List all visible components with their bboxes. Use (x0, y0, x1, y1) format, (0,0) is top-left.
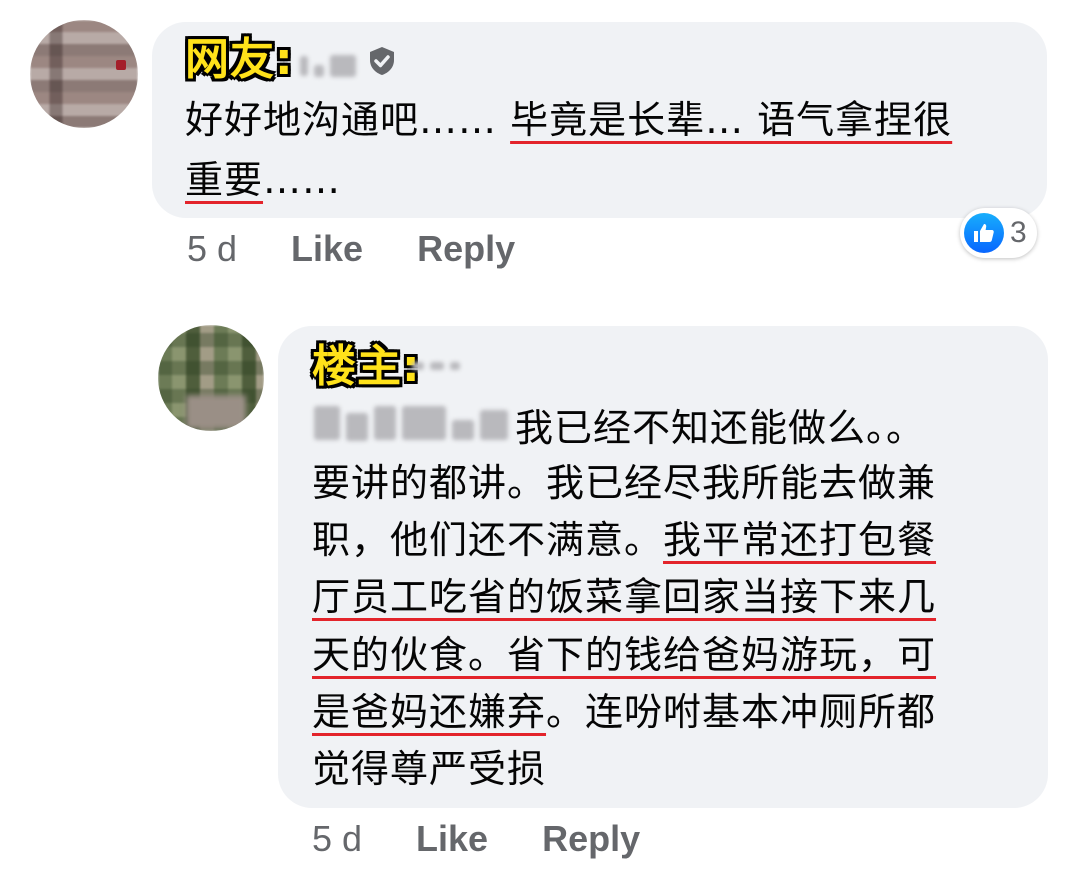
comment-text-line: 重要…… (185, 150, 341, 210)
comment-text-line: 要讲的都讲。我已经尽我所能去做兼 (312, 461, 937, 505)
commenter-avatar[interactable] (158, 325, 264, 431)
reply-button[interactable]: Reply (542, 818, 640, 860)
like-button[interactable]: Like (416, 818, 488, 860)
commenter-avatar[interactable] (30, 20, 138, 128)
mentioned-name-redacted[interactable] (314, 405, 508, 441)
comment-text-plain: …… (263, 158, 342, 202)
comment-text-line: 职，他们还不满意。我平常还打包餐 (312, 510, 1022, 570)
comment-text-underlined: 厅员工吃省的饭菜拿回家当接下来几 (312, 575, 937, 619)
comment-text-underlined: 天的伙食。省下的钱给爸妈游玩，可 (312, 633, 937, 677)
commenter-name-redacted[interactable] (412, 362, 460, 370)
comment-text-plain: 。连吩咐基本冲厕所都 (546, 690, 937, 734)
comment-timestamp[interactable]: 5 d (187, 228, 237, 270)
like-button[interactable]: Like (291, 228, 363, 270)
comment-actions: 5 d Like Reply (187, 228, 515, 270)
comment-text-underlined: 毕竟是长辈… 语气拿捏很 (510, 98, 953, 142)
comment-text-line: 是爸妈还嫌弃。连吩咐基本冲厕所都 (312, 682, 1022, 742)
comment-text-underlined: 是爸妈还嫌弃 (312, 690, 547, 734)
comment-thread: 网友: 好好地沟通吧…… 毕竟是长辈… 语气拿捏很 重要…… 5 d Like … (0, 0, 1080, 874)
reaction-count-pill[interactable]: 3 (960, 208, 1037, 258)
comment-text-line: 厅员工吃省的饭菜拿回家当接下来几 (312, 567, 1022, 627)
comment-text-underlined: 我平常还打包餐 (663, 518, 937, 562)
comment-text-line: 觉得尊严受损 (312, 747, 547, 791)
comment-text-underlined: 重要 (185, 158, 264, 202)
commenter-tag-label: 网友: (185, 34, 294, 85)
thumbs-up-icon (964, 213, 1004, 253)
comment-text-line: 我已经不知还能做么。。 (515, 406, 926, 450)
comment-text-line: 好好地沟通吧…… 毕竟是长辈… 语气拿捏很 (185, 90, 952, 150)
shield-check-icon (370, 47, 394, 75)
commenter-name-redacted[interactable] (300, 55, 356, 77)
comment-timestamp[interactable]: 5 d (312, 818, 362, 860)
reply-button[interactable]: Reply (417, 228, 515, 270)
comment-text-plain: 职，他们还不满意。 (312, 518, 664, 562)
reaction-count: 3 (1010, 216, 1027, 249)
commenter-tag-label: 楼主: (312, 341, 421, 392)
comment-text-plain: 好好地沟通吧…… (185, 98, 511, 142)
comment-actions: 5 d Like Reply (312, 818, 640, 860)
comment-text-line: 天的伙食。省下的钱给爸妈游玩，可 (312, 625, 1022, 685)
